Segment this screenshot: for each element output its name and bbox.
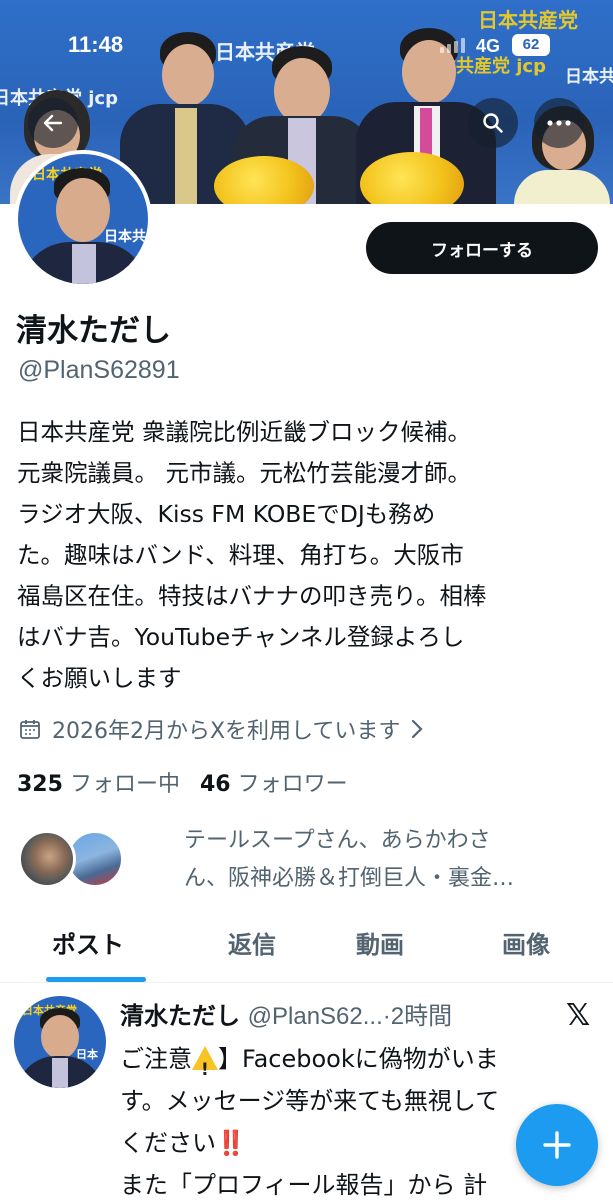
following-label: フォロー中 — [69, 772, 180, 797]
following-count: 325 — [17, 772, 63, 797]
double-exclamation-icon: ‼️ — [216, 1129, 246, 1157]
bio-line: 日本共産党 衆議院比例近畿ブロック候補。 — [17, 418, 471, 446]
network-label: 4G — [476, 36, 501, 56]
followers-count: 46 — [199, 772, 231, 797]
post-meta: @PlanS62...·2時間 — [247, 1003, 453, 1030]
joined-date: 2026年2月からXを利用しています — [52, 719, 401, 744]
tab-replies[interactable]: 返信 — [228, 925, 276, 960]
more-icon — [547, 120, 571, 126]
more-button[interactable] — [534, 98, 584, 148]
post-author-name[interactable]: 清水ただし — [120, 1002, 240, 1030]
bio-line: はバナ吉。YouTubeチャンネル登録よろし — [17, 623, 465, 651]
tab-posts[interactable]: ポスト — [52, 925, 124, 960]
calendar-icon — [20, 720, 40, 739]
signal-icon — [440, 38, 465, 53]
bio-line: た。趣味はバンド、料理、角打ち。大阪市 — [17, 541, 464, 569]
followed-by-line: ん、阪神必勝＆打倒巨人・裏金… — [184, 866, 515, 891]
mutual-follower-avatar[interactable] — [18, 830, 76, 888]
post-text-segment: 】Facebookに偽物がいま — [218, 1045, 499, 1073]
banner-wall-text: 日本共 — [565, 67, 613, 87]
joined-date-row[interactable]: 2026年2月からXを利用しています — [18, 713, 424, 745]
followers-link[interactable]: 46 フォロワー — [200, 766, 348, 798]
post-header: 清水ただし @PlanS62...·2時間 — [120, 996, 452, 1031]
followed-by-line: テールスープさん、あらかわさ — [184, 828, 491, 853]
bio-line: くお願いします — [17, 664, 182, 692]
post-author-avatar[interactable]: 日本共産党 日本共 — [14, 996, 106, 1088]
post-text-segment: ください — [120, 1129, 216, 1157]
profile-tabs: ポスト 返信 動画 画像 — [0, 905, 613, 983]
follow-counts: 325 フォロー中 46 フォロワー — [17, 766, 348, 798]
followed-by-text[interactable]: テールスープさん、あらかわさ ん、阪神必勝＆打倒巨人・裏金… — [184, 822, 594, 898]
search-button[interactable] — [468, 98, 518, 148]
warning-icon — [192, 1046, 218, 1091]
arrow-left-icon — [43, 114, 63, 132]
follow-button[interactable]: フォローする — [366, 222, 598, 274]
followers-label: フォロワー — [237, 772, 348, 797]
active-tab-indicator — [46, 977, 146, 982]
post-line: ご注意】Facebookに偽物がいま — [120, 1038, 600, 1091]
battery-icon: 62 — [512, 34, 550, 56]
plus-icon — [543, 1131, 571, 1159]
tab-media[interactable]: 画像 — [502, 925, 550, 960]
compose-post-button[interactable] — [516, 1104, 598, 1186]
status-time: 11:48 — [68, 32, 124, 57]
x-logo-icon: 𝕏 — [566, 998, 591, 1033]
bio-line: 元衆院議員。 元市議。元松竹芸能漫才師。 — [17, 459, 471, 487]
chevron-right-icon — [412, 719, 423, 739]
back-button[interactable] — [28, 98, 78, 148]
bio-line: 福島区在住。特技はバナナの叩き売り。相棒 — [17, 582, 487, 610]
tab-videos[interactable]: 動画 — [356, 925, 404, 960]
following-link[interactable]: 325 フォロー中 — [17, 766, 180, 798]
profile-avatar[interactable]: 日本共産党 日本共 — [14, 150, 152, 288]
search-icon — [483, 113, 503, 133]
user-handle: @PlanS62891 — [18, 356, 180, 384]
post-text-segment: ご注意 — [120, 1045, 192, 1073]
display-name: 清水ただし — [16, 313, 171, 349]
profile-bio: 日本共産党 衆議院比例近畿ブロック候補。 元衆院議員。 元市議。元松竹芸能漫才師… — [17, 412, 607, 699]
bio-line: ラジオ大阪、Kiss FM KOBEでDJも務め — [17, 500, 436, 528]
